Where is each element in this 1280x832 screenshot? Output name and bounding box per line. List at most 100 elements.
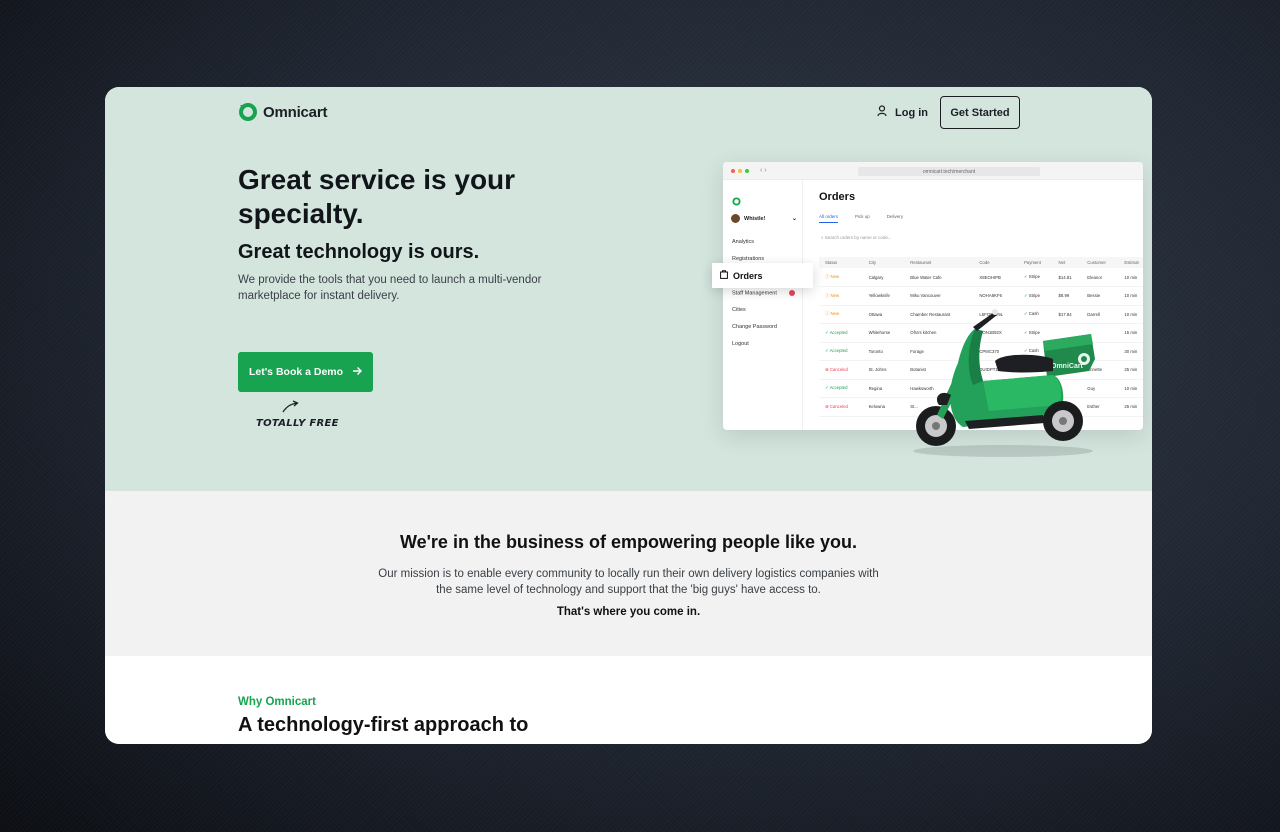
tab-delivery: Delivery xyxy=(886,214,904,219)
brand-name: Omnicart xyxy=(263,103,328,121)
column-header: City xyxy=(862,257,905,268)
close-dot-icon xyxy=(731,168,735,173)
sidebar-item-cities: Cities xyxy=(732,307,746,313)
sidebar-item-analytics: Analytics xyxy=(732,239,755,245)
mission-text-line-2: the same level of technology and support… xyxy=(436,584,821,596)
sidebar-item-label: Orders xyxy=(733,270,763,281)
dashboard-tabs: All orders Pick up Delivery xyxy=(819,214,903,223)
table-cell: 25 min xyxy=(1118,397,1143,417)
curved-arrow-icon xyxy=(281,400,301,419)
sidebar-item-orders: Orders xyxy=(712,263,813,288)
sidebar-user-name: Whistle! xyxy=(744,215,766,222)
notification-badge xyxy=(788,290,795,296)
table-cell: ✓ Stripe xyxy=(1017,268,1053,287)
user-icon xyxy=(877,105,887,120)
book-demo-label: Let's Book a Demo xyxy=(248,366,344,378)
mission-closing: That's where you come in. xyxy=(556,606,701,618)
column-header: Customer xyxy=(1081,257,1119,268)
status-label: New xyxy=(830,274,840,279)
delivery-scooter-image: OmniCart xyxy=(903,301,1118,459)
sidebar-item-label: Staff Management xyxy=(732,290,777,297)
top-nav: Log in Get Started xyxy=(877,96,1020,129)
mission-text-line-1: Our mission is to enable every community… xyxy=(378,568,879,580)
table-cell: Blue Water Cafe xyxy=(904,268,974,287)
chevron-down-icon: ⌄ xyxy=(791,216,797,222)
get-started-button[interactable]: Get Started xyxy=(940,96,1020,129)
table-cell: 10 min xyxy=(1118,286,1143,306)
table-cell: 10 min xyxy=(1118,305,1143,324)
table-cell: ✓ Accepted xyxy=(819,342,863,361)
table-header-row: Status City Restaurant Code Payment Net … xyxy=(819,257,1143,268)
table-cell: ⓘ New xyxy=(819,268,863,287)
column-header: Restaurant xyxy=(904,257,974,268)
maximize-dot-icon xyxy=(745,168,749,173)
website-frame: Omnicart Log in Get Started Great servic… xyxy=(105,87,1152,744)
totally-free-note: TOTALLY FREE xyxy=(256,418,339,429)
status-label: New xyxy=(830,311,840,317)
table-cell: ✓ Accepted xyxy=(819,379,863,398)
search-icon: ⌕ xyxy=(821,235,824,240)
tab-pick-up: Pick up xyxy=(855,214,870,219)
mission-title: We're in the business of empowering peop… xyxy=(399,532,858,552)
login-link[interactable]: Log in xyxy=(877,105,928,120)
table-cell: ⓘ New xyxy=(819,305,863,324)
sidebar-item-logout: Logout xyxy=(732,341,749,347)
dashboard-search: ⌕ Search orders by name or code... xyxy=(821,235,892,240)
status-label: New xyxy=(830,292,840,298)
table-cell: ⊗ Canceled xyxy=(819,397,863,417)
book-demo-button[interactable]: Let's Book a Demo xyxy=(238,352,373,392)
sidebar-logo-icon xyxy=(732,193,741,211)
mission-section: We're in the business of empowering peop… xyxy=(105,491,1152,656)
hero-title: Great service is your specialty. xyxy=(238,164,516,229)
table-cell: Regina xyxy=(862,379,905,398)
table-cell: ⓘ New xyxy=(819,286,863,306)
browser-bar: ‹ › omnicart.tech/merchant xyxy=(723,162,1143,180)
table-cell: ⊗ Canceled xyxy=(819,360,863,380)
status-label: Canceled xyxy=(829,366,848,372)
table-cell: Calgary xyxy=(862,268,905,287)
table-cell: $14.81 xyxy=(1052,268,1082,287)
minimize-dot-icon xyxy=(738,168,742,173)
table-cell: Yellowknife xyxy=(862,286,905,306)
payment-label: Stripe xyxy=(1028,292,1040,298)
url-bar: omnicart.tech/merchant xyxy=(858,167,1040,176)
table-cell: 30 min xyxy=(1118,342,1143,361)
sidebar-item-staff-management: Staff Management xyxy=(732,290,795,296)
dashboard-title: Orders xyxy=(819,191,856,203)
hero-section: Omnicart Log in Get Started Great servic… xyxy=(105,87,1152,491)
table-cell: ✓ Accepted xyxy=(819,323,863,343)
hero-description: We provide the tools that you need to la… xyxy=(238,274,542,302)
table-cell: 10 min xyxy=(1118,268,1143,287)
table-cell: Kelowna xyxy=(862,397,905,417)
status-label: Accepted xyxy=(829,385,848,391)
column-header: Payment xyxy=(1017,257,1053,268)
column-header: Net xyxy=(1052,257,1082,268)
table-cell: Whitehorse xyxy=(862,323,905,343)
table-cell: Ottawa xyxy=(862,305,905,324)
status-label: Accepted xyxy=(829,329,848,335)
omnicart-logo-icon xyxy=(238,102,258,122)
back-forward-icon: ‹ › xyxy=(760,167,767,174)
column-header: Code xyxy=(973,257,1018,268)
orders-icon xyxy=(720,270,728,281)
sidebar-item-change-password: Change Password xyxy=(732,324,777,330)
avatar xyxy=(731,214,740,223)
table-row[interactable]: ⓘ New Calgary Blue Water Cafe X8EOHIPB ✓ Str… xyxy=(819,268,1143,287)
column-header: Status xyxy=(819,257,863,268)
arrow-right-icon xyxy=(352,366,363,379)
tab-all-orders: All orders xyxy=(819,214,839,223)
hero-subtitle: Great technology is ours. xyxy=(238,241,480,263)
table-cell: 10 min xyxy=(1118,379,1143,398)
sidebar-user: Whistle! ⌄ xyxy=(731,214,797,223)
why-label: Why Omnicart xyxy=(238,696,316,708)
table-cell: X8EOHIPB xyxy=(973,268,1018,287)
sidebar-item-registrations: Registrations xyxy=(732,256,765,262)
why-title: A technology-first approach to xyxy=(238,714,529,736)
search-placeholder: Search orders by name or code... xyxy=(824,235,892,240)
login-label: Log in xyxy=(895,106,928,119)
brand-logo[interactable]: Omnicart xyxy=(238,102,327,122)
table-cell: St. Johns xyxy=(862,360,905,380)
scooter-box-label: OmniCart xyxy=(1051,363,1084,370)
dashboard-sidebar: Whistle! ⌄ Analytics Registrations Staff… xyxy=(723,180,803,430)
table-cell: Toronto xyxy=(862,342,905,361)
